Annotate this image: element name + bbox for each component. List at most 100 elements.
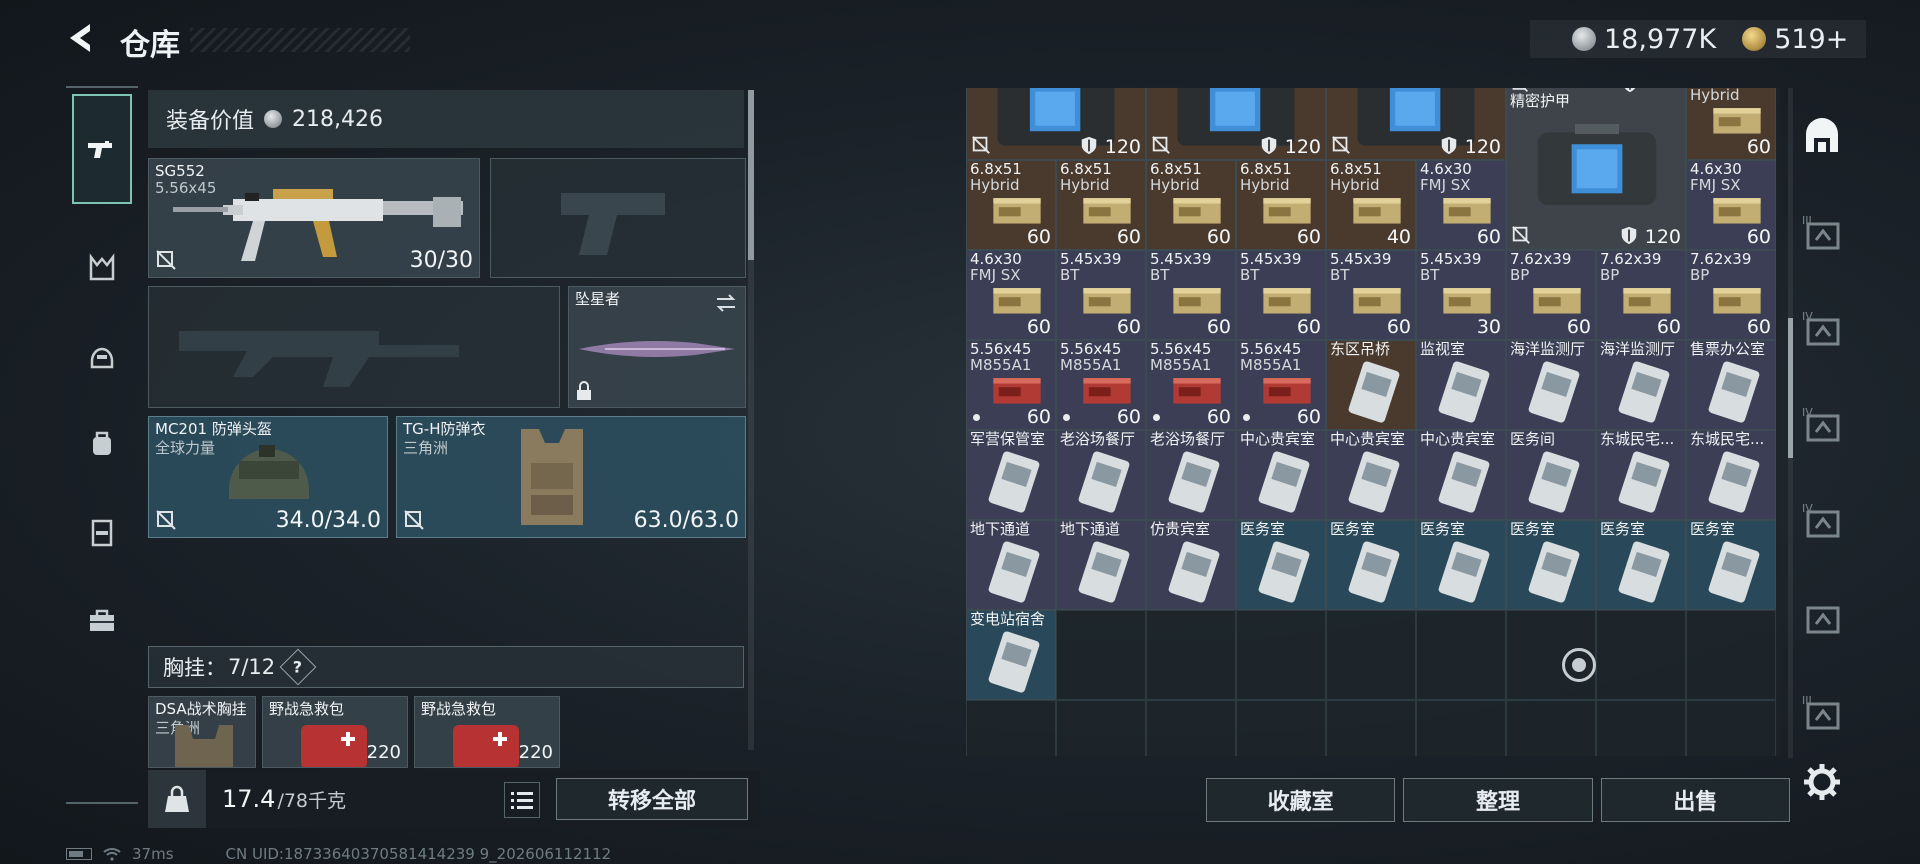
empty-cell[interactable] [1506, 700, 1596, 756]
keycard-item[interactable]: 老浴场餐厅 [1146, 430, 1236, 520]
keycard-item[interactable]: 医务室 [1236, 520, 1326, 610]
ammo-item[interactable]: 5.45x39 BT 60 [1326, 250, 1416, 340]
keycard-item[interactable]: 售票办公室 [1686, 340, 1776, 430]
ammo-item[interactable]: 6.8x51 Hybrid 60 [966, 160, 1056, 250]
keycard-item[interactable]: 军营保管室 [966, 430, 1056, 520]
storage-grid[interactable]: 120120120120精密护甲1206.8x51Hybrid60606.8x5… [966, 88, 1780, 756]
empty-cell[interactable] [1686, 610, 1776, 700]
storage-scrollbar[interactable] [1788, 88, 1793, 758]
keycard-item[interactable]: 老浴场餐厅 [1056, 430, 1146, 520]
armor-item[interactable]: 120 [966, 88, 1146, 160]
empty-cell[interactable] [966, 700, 1056, 756]
storage-tab-storage-3[interactable]: III [1796, 206, 1848, 258]
ammo-item[interactable]: 5.56x45 M855A1 60 [1146, 340, 1236, 430]
swap-icon[interactable] [713, 291, 739, 315]
storage-tab-storage-4b[interactable]: IV [1796, 398, 1848, 450]
empty-cell[interactable] [1146, 610, 1236, 700]
nav-accessories-tab[interactable] [72, 238, 132, 298]
armor-item[interactable]: 120 [1146, 88, 1326, 160]
keycard-item[interactable]: 中心贵宾室 [1416, 430, 1506, 520]
empty-cell[interactable] [1416, 700, 1506, 756]
keycard-item[interactable]: 医务室 [1326, 520, 1416, 610]
empty-cell[interactable] [1236, 610, 1326, 700]
nav-helmet-tab[interactable] [72, 326, 132, 386]
keycard-item[interactable]: 医务间 [1506, 430, 1596, 520]
first-aid-kit-item[interactable]: 野战急救包 220 [262, 696, 408, 768]
armor-item[interactable]: 120精密护甲120 [1506, 88, 1686, 250]
helmet-slot[interactable]: MC201 防弹头盔 全球力量 34.0/34.0 [148, 416, 388, 538]
keycard-item[interactable]: 医务室 [1596, 520, 1686, 610]
nav-rig-tab[interactable] [72, 502, 132, 562]
empty-cell[interactable] [1056, 610, 1146, 700]
help-button[interactable]: ? [279, 648, 317, 686]
ammo-item[interactable]: 6.8x51 Hybrid 60 [1056, 160, 1146, 250]
pistol-slot-empty[interactable] [490, 158, 746, 278]
keycard-item[interactable]: 东城民宅... [1686, 430, 1776, 520]
keycard-item[interactable]: 东城民宅... [1596, 430, 1686, 520]
empty-cell[interactable] [1056, 700, 1146, 756]
ammo-item[interactable]: 6.8x51Hybrid6060 [1686, 88, 1776, 160]
ammo-item[interactable]: 4.6x30 FMJ SX 60 [966, 250, 1056, 340]
ammo-item[interactable]: 7.62x39 BP 60 [1686, 250, 1776, 340]
empty-cell[interactable] [1596, 700, 1686, 756]
ammo-item[interactable]: 5.56x45 M855A1 60 [1236, 340, 1326, 430]
empty-cell[interactable] [1326, 610, 1416, 700]
first-aid-kit-item[interactable]: 野战急救包 220 [414, 696, 560, 768]
gear-icon[interactable] [1800, 760, 1844, 804]
storage-tab-main-storage[interactable] [1796, 110, 1848, 162]
transfer-all-button[interactable]: 转移全部 [556, 778, 748, 820]
ammo-item[interactable]: 4.6x30 FMJ SX 60 [1416, 160, 1506, 250]
back-arrow-icon[interactable] [62, 18, 102, 58]
nav-tools-tab[interactable] [72, 590, 132, 650]
keycard-item[interactable]: 医务室 [1506, 520, 1596, 610]
primary-weapon-slot[interactable]: SG552 5.56x45 30/30 [148, 158, 480, 278]
empty-cell[interactable] [1326, 700, 1416, 756]
keycard-item[interactable]: 医务室 [1416, 520, 1506, 610]
keycard-item[interactable]: 监视室 [1416, 340, 1506, 430]
nav-weapons-tab[interactable] [72, 94, 132, 204]
melee-slot[interactable]: 坠星者 [568, 286, 746, 408]
keycard-item[interactable]: 医务室 [1686, 520, 1776, 610]
keycard-item[interactable]: 地下通道 [966, 520, 1056, 610]
storage-tab-storage-4[interactable]: IV [1796, 302, 1848, 354]
ammo-item[interactable]: 5.45x39 BT 60 [1146, 250, 1236, 340]
keycard-item[interactable]: 地下通道 [1056, 520, 1146, 610]
storage-tab-storage-4c[interactable]: IV [1796, 494, 1848, 546]
keycard-item[interactable]: 变电站宿舍 [966, 610, 1056, 700]
ammo-item[interactable]: 5.56x45 M855A1 60 [966, 340, 1056, 430]
armor-item[interactable]: 120 [1326, 88, 1506, 160]
empty-cell[interactable] [1686, 700, 1776, 756]
keycard-item[interactable]: 海洋监测厅 [1506, 340, 1596, 430]
collection-room-button[interactable]: 收藏室 [1206, 778, 1396, 822]
body-armor-slot[interactable]: TG-H防弹衣 三角洲 63.0/63.0 [396, 416, 746, 538]
keycard-item[interactable]: 东区吊桥 [1326, 340, 1416, 430]
secondary-weapon-slot-empty[interactable] [148, 286, 560, 408]
currency-2-value[interactable]: 519+ [1774, 24, 1848, 55]
empty-cell[interactable] [1596, 610, 1686, 700]
scrollbar-thumb[interactable] [748, 90, 754, 260]
keycard-item[interactable]: 中心贵宾室 [1326, 430, 1416, 520]
list-view-button[interactable] [504, 782, 540, 818]
ammo-item[interactable]: 6.8x51 Hybrid 40 [1326, 160, 1416, 250]
empty-cell[interactable] [1236, 700, 1326, 756]
keycard-item[interactable]: 中心贵宾室 [1236, 430, 1326, 520]
loadout-scrollbar[interactable] [748, 90, 754, 750]
ammo-item[interactable]: 7.62x39 BP 60 [1596, 250, 1686, 340]
ammo-item[interactable]: 5.45x39 BT 30 [1416, 250, 1506, 340]
ammo-item[interactable]: 6.8x51 Hybrid 60 [1236, 160, 1326, 250]
ammo-item[interactable]: 4.6x30 FMJ SX 60 [1686, 160, 1776, 250]
ammo-item[interactable]: 6.8x51 Hybrid 60 [1146, 160, 1236, 250]
sort-button[interactable]: 整理 [1403, 778, 1593, 822]
sell-button[interactable]: 出售 [1600, 778, 1790, 822]
empty-cell[interactable] [1146, 700, 1236, 756]
keycard-item[interactable]: 仿贵宾室 [1146, 520, 1236, 610]
ammo-item[interactable]: 5.45x39 BT 60 [1236, 250, 1326, 340]
scrollbar-thumb[interactable] [1788, 318, 1793, 458]
keycard-item[interactable]: 海洋监测厅 [1596, 340, 1686, 430]
ammo-item[interactable]: 5.56x45 M855A1 60 [1056, 340, 1146, 430]
storage-tab-storage-4d[interactable] [1796, 590, 1848, 642]
chest-rig-item[interactable]: DSA战术胸挂 三角洲 [148, 696, 256, 768]
storage-tab-storage-3b[interactable]: III [1796, 686, 1848, 738]
empty-cell[interactable] [1416, 610, 1506, 700]
ammo-item[interactable]: 5.45x39 BT 60 [1056, 250, 1146, 340]
